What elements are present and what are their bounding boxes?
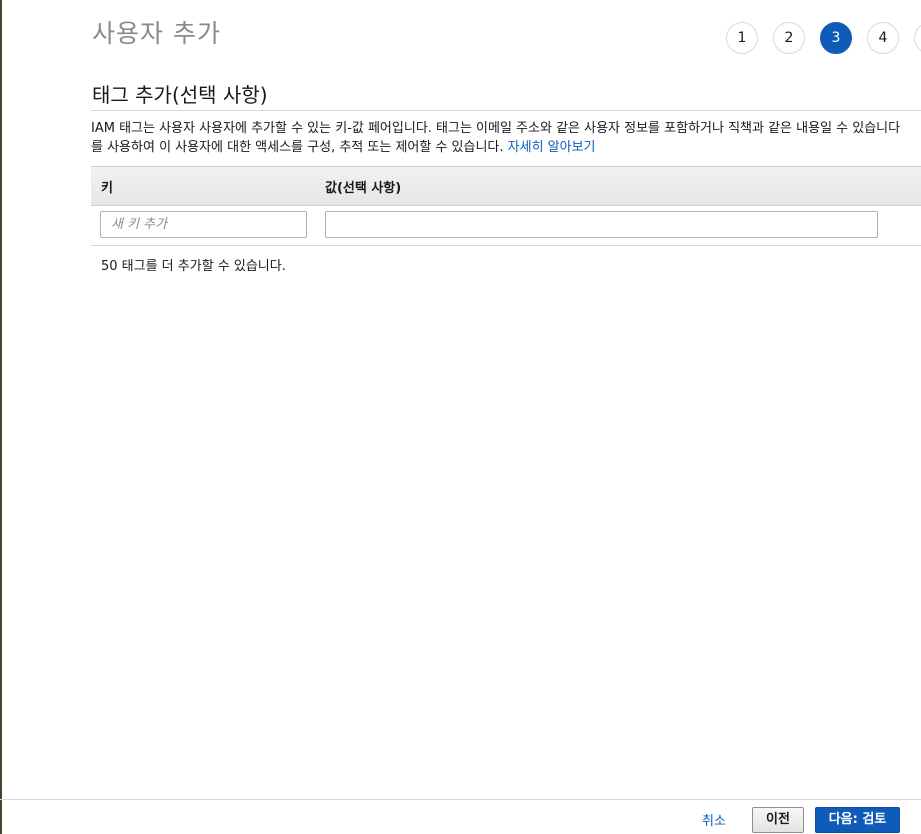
- step-1[interactable]: 1: [726, 22, 758, 54]
- column-header-key: 키: [101, 181, 113, 196]
- section-divider: [91, 110, 921, 111]
- previous-button[interactable]: 이전: [752, 807, 804, 833]
- footer-divider: [0, 799, 921, 800]
- step-4[interactable]: 4: [867, 22, 899, 54]
- remaining-tags-text: 50 태그를 더 추가할 수 있습니다.: [101, 259, 286, 274]
- cancel-button[interactable]: 취소: [702, 810, 726, 829]
- description-line-1: IAM 태그는 사용자 사용자에 추가할 수 있는 키-값 페어입니다. 태그는…: [91, 121, 901, 136]
- tags-table-header: 키 값(선택 사항): [91, 166, 921, 206]
- column-header-value: 값(선택 사항): [325, 181, 402, 196]
- next-review-button[interactable]: 다음: 검토: [815, 807, 900, 833]
- window-left-edge: [0, 0, 2, 834]
- description-line-2: 를 사용하여 이 사용자에 대한 액세스를 구성, 추적 또는 제어할 수 있습…: [91, 138, 921, 157]
- step-2[interactable]: 2: [773, 22, 805, 54]
- table-row: [91, 205, 921, 246]
- learn-more-link[interactable]: 자세히 알아보기: [508, 140, 596, 155]
- tag-key-input[interactable]: [100, 211, 307, 238]
- description-line-2-text: 를 사용하여 이 사용자에 대한 액세스를 구성, 추적 또는 제어할 수 있습…: [91, 140, 508, 155]
- tag-value-input[interactable]: [325, 211, 878, 238]
- page-title: 사용자 추가: [92, 19, 221, 48]
- step-3-active[interactable]: 3: [820, 22, 852, 54]
- tags-description: IAM 태그는 사용자 사용자에 추가할 수 있는 키-값 페어입니다. 태그는…: [91, 119, 921, 157]
- section-title: 태그 추가(선택 사항): [92, 83, 268, 107]
- step-5[interactable]: [914, 22, 921, 54]
